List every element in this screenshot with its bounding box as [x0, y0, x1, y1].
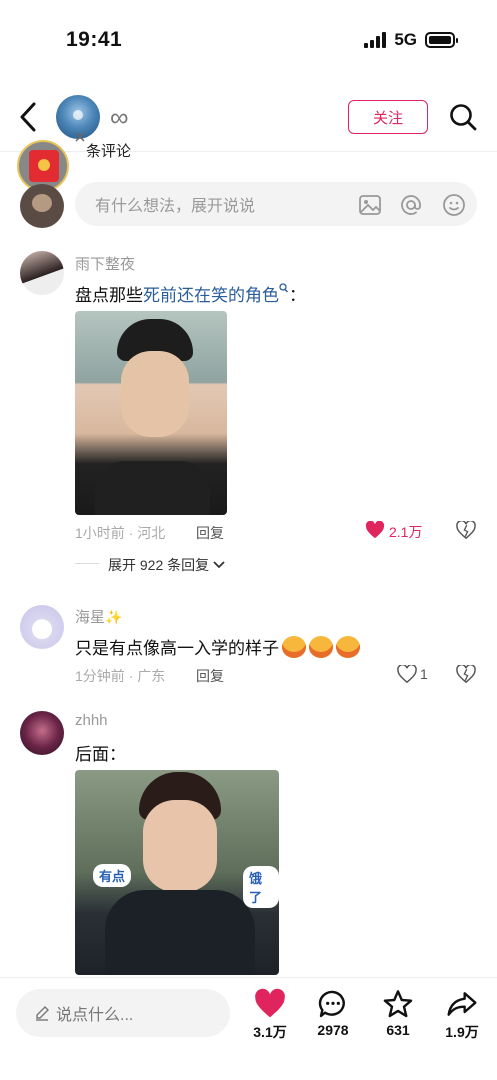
image-icon[interactable] [358, 193, 382, 217]
emoji-sticker-icon [336, 635, 360, 658]
expand-divider [75, 563, 99, 564]
dislike-icon[interactable] [456, 665, 476, 683]
bottom-divider [0, 977, 497, 978]
red-packet-icon [29, 150, 59, 182]
comment-image[interactable] [75, 311, 227, 515]
image-caption-left: 有点 [93, 864, 132, 887]
comment-text: 只是有点像高一入学的样子 [75, 634, 360, 659]
mention-icon[interactable] [399, 193, 423, 217]
comment-meta: 1小时前 · 河北 [75, 525, 166, 541]
comment-meta: 1分钟前 · 广东 [75, 668, 166, 684]
heart-outline-icon[interactable] [397, 665, 417, 683]
like-count: 2.1万 [389, 524, 423, 540]
comment-avatar[interactable] [20, 711, 64, 755]
close-icon[interactable] [75, 132, 85, 142]
follow-button[interactable]: 关注 [348, 100, 428, 134]
my-avatar [20, 184, 64, 228]
favorite-button[interactable]: 631 [372, 988, 424, 1038]
emoji-icon[interactable] [442, 193, 466, 217]
author-name[interactable]: ∞ [110, 102, 129, 133]
comment-bubble-icon [318, 990, 345, 1018]
network-type: 5G [394, 30, 417, 49]
reply-button[interactable]: 回复 [196, 523, 224, 543]
pencil-icon [36, 1006, 49, 1021]
comment-text-prefix: 盘点那些 [75, 286, 143, 305]
comment-button[interactable]: 2978 [307, 988, 359, 1038]
like-button[interactable]: 3.1万 [244, 988, 296, 1042]
image-caption-right: 饿了 [243, 866, 279, 908]
bottom-input-placeholder: 说点什么... [56, 1007, 134, 1024]
comment-image[interactable]: 有点 饿了 [75, 770, 279, 975]
heart-filled-icon[interactable] [365, 521, 385, 539]
comment-username[interactable]: 雨下整夜 [75, 253, 135, 274]
comment-text: 后面： [75, 745, 126, 764]
battery-icon [425, 32, 458, 48]
status-time: 19:41 [66, 28, 123, 51]
heart-filled-icon [255, 988, 285, 1018]
emoji-sticker-icon [282, 635, 306, 658]
comment-username[interactable]: 海星✨ [75, 606, 122, 627]
like-total: 3.1万 [253, 1024, 287, 1040]
signal-icon [364, 32, 387, 48]
chevron-down-icon [213, 561, 225, 569]
dislike-icon[interactable] [456, 521, 476, 539]
comment-username[interactable]: zhhh [75, 712, 108, 729]
comment-avatar[interactable] [20, 605, 64, 649]
comment-text-suffix: ： [289, 286, 306, 305]
link-search-icon [279, 283, 288, 293]
sparkle-icon: ✨ [105, 609, 123, 625]
comment-text-body: 只是有点像高一入学的样子 [75, 639, 279, 658]
expand-replies-button[interactable]: 展开 922 条回复 [108, 555, 225, 575]
emoji-sticker-icon [309, 635, 333, 658]
avatar-highlight [73, 110, 83, 120]
star-icon [383, 990, 413, 1018]
expand-replies-label: 展开 922 条回复 [108, 557, 210, 573]
like-count: 1 [420, 666, 428, 682]
reply-button[interactable]: 回复 [196, 666, 224, 686]
favorite-total: 631 [386, 1022, 410, 1038]
share-total: 1.9万 [445, 1024, 479, 1040]
comment-count-label: 条评论 [86, 143, 132, 160]
comment-avatar[interactable] [20, 251, 64, 295]
share-button[interactable]: 1.9万 [436, 988, 488, 1042]
comment-username-text: 海星 [75, 609, 106, 626]
comment-total: 2978 [317, 1022, 349, 1038]
back-arrow-icon[interactable] [14, 100, 44, 134]
search-icon[interactable] [448, 102, 478, 132]
comment-search-link[interactable]: 死前还在笑的角色 [143, 286, 279, 305]
status-indicators: 5G [364, 30, 458, 50]
bottom-comment-input[interactable]: 说点什么... [16, 989, 230, 1037]
share-arrow-icon [447, 992, 477, 1016]
comment-text: 盘点那些死前还在笑的角色 ： [75, 281, 306, 306]
red-packet-widget[interactable] [15, 132, 85, 192]
